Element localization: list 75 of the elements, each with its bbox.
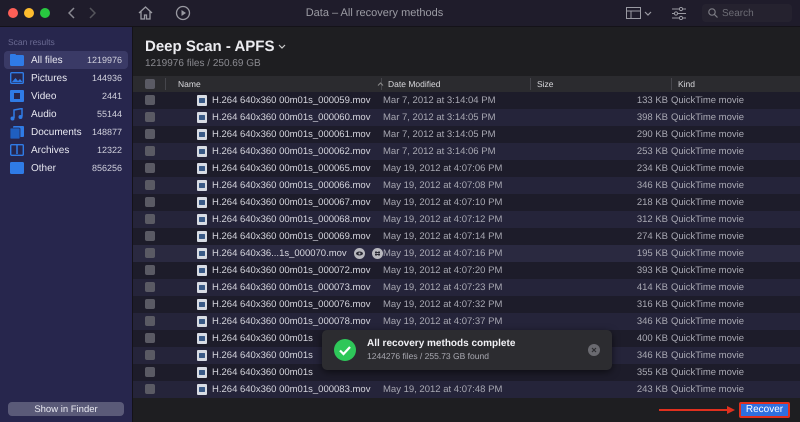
file-name: H.264 640x360 00m01s_000062.mov (212, 146, 370, 157)
date-cell-text: Mar 7, 2012 at 3:14:06 PM (382, 146, 496, 157)
file-name: H.264 640x360 00m01s (212, 350, 313, 361)
kind-cell: QuickTime movie (671, 162, 744, 174)
file-name: H.264 640x360 00m01s (212, 332, 313, 344)
file-name: H.264 640x360 00m01s_000072.mov (212, 264, 370, 276)
size-cell: 398 KB (636, 112, 668, 123)
size-cell: 243 KB (636, 384, 668, 395)
file-name: H.264 640x360 00m01s_000073.mov (212, 282, 370, 293)
file-name: H.264 640x360 00m01s_000059.mov (212, 94, 370, 106)
size-cell: 133 KB (636, 94, 668, 106)
date-cell-text: Mar 7, 2012 at 3:14:05 PM (382, 128, 496, 140)
size-cell: 274 KB (636, 230, 668, 242)
kind-cell: QuickTime movie (671, 350, 744, 361)
size-cell: 312 KB (636, 214, 668, 225)
size-cell: 290 KB (636, 128, 668, 140)
size-cell: 316 KB (636, 298, 668, 310)
size-cell: 195 KB (636, 248, 668, 259)
size-cell: 346 KB (636, 350, 668, 361)
file-name: H.264 640x360 00m01s_000076.mov (212, 298, 370, 310)
file-name: H.264 640x36...1s_000070.mov (212, 248, 347, 259)
date-cell-text: Mar 7, 2012 at 3:14:05 PM (382, 112, 496, 123)
size-cell: 253 KB (636, 146, 668, 157)
size-cell: 355 KB (636, 366, 668, 378)
size-cell: 218 KB (636, 196, 668, 208)
kind-cell: QuickTime movie (671, 298, 744, 310)
scan-title: Deep Scan - APFS (145, 38, 274, 55)
file-name: H.264 640x360 00m01s_000083.mov (212, 384, 370, 395)
date-cell-text: May 19, 2012 at 4:07:16 PM (382, 248, 502, 259)
kind-cell: QuickTime movie (671, 214, 744, 225)
size-cell: 414 KB (636, 282, 668, 293)
toast-title: All recovery methods complete (367, 338, 516, 350)
file-name: H.264 640x360 00m01s_000065.mov (212, 162, 370, 174)
size-cell: 234 KB (636, 162, 668, 174)
size-cell: 346 KB (636, 316, 668, 327)
file-name: H.264 640x360 00m01s_000069.mov (212, 230, 370, 242)
kind-cell: QuickTime movie (671, 180, 744, 191)
date-cell-text: May 19, 2012 at 4:07:23 PM (382, 282, 502, 293)
file-name: H.264 640x360 00m01s_000066.mov (212, 180, 370, 191)
size-cell: 400 KB (636, 332, 668, 344)
file-name: H.264 640x360 00m01s_000061.mov (212, 128, 370, 140)
date-cell-text: May 19, 2012 at 4:07:12 PM (382, 214, 502, 225)
kind-cell: QuickTime movie (671, 128, 744, 140)
sidebar-heading: Scan results (7, 37, 56, 49)
file-name: H.264 640x360 00m01s_000068.mov (212, 214, 370, 225)
file-name: H.264 640x360 00m01s_000060.mov (212, 112, 370, 123)
date-cell-text: May 19, 2012 at 4:07:48 PM (382, 384, 502, 395)
file-name: H.264 640x360 00m01s_000078.mov (212, 316, 370, 327)
kind-cell: QuickTime movie (671, 316, 744, 327)
toast-detail: 1244276 files / 255.73 GB found (367, 351, 490, 362)
kind-cell: QuickTime movie (671, 230, 744, 242)
date-cell-text: May 19, 2012 at 4:07:20 PM (382, 264, 502, 276)
window-title: Data – All recovery methods (304, 7, 444, 19)
kind-cell: QuickTime movie (671, 332, 744, 344)
date-cell-text: May 19, 2012 at 4:07:10 PM (382, 196, 502, 208)
scan-summary: 1219976 files / 250.69 GB (145, 58, 262, 69)
kind-cell: QuickTime movie (671, 384, 744, 395)
kind-cell: QuickTime movie (671, 264, 744, 276)
file-name: H.264 640x360 00m01s_000067.mov (212, 196, 370, 208)
size-cell: 346 KB (636, 180, 668, 191)
kind-cell: QuickTime movie (671, 112, 744, 123)
size-cell: 393 KB (636, 264, 668, 276)
kind-cell: QuickTime movie (671, 366, 744, 378)
date-cell-text: May 19, 2012 at 4:07:14 PM (382, 230, 502, 242)
date-cell-text: Mar 7, 2012 at 3:14:04 PM (382, 94, 496, 106)
date-cell-text: May 19, 2012 at 4:07:32 PM (382, 298, 502, 310)
kind-cell: QuickTime movie (671, 94, 744, 106)
date-cell-text: May 19, 2012 at 4:07:06 PM (382, 162, 502, 174)
kind-cell: QuickTime movie (671, 248, 744, 259)
file-name: H.264 640x360 00m01s (212, 366, 313, 378)
date-cell-text: May 19, 2012 at 4:07:08 PM (382, 180, 502, 191)
kind-cell: QuickTime movie (671, 146, 744, 157)
date-cell-text: May 19, 2012 at 4:07:37 PM (382, 316, 502, 327)
kind-cell: QuickTime movie (671, 196, 744, 208)
kind-cell: QuickTime movie (671, 282, 744, 293)
